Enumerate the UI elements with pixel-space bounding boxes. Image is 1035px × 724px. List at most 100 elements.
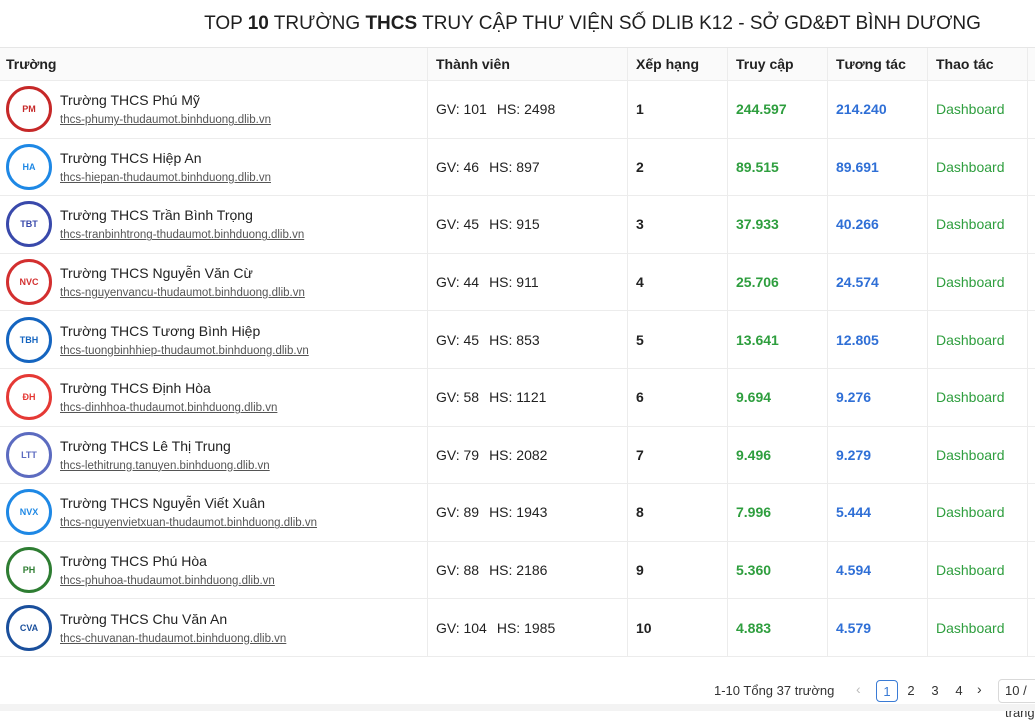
school-cell: TBT Trường THCS Trần Bình Trọng thcs-tra… bbox=[0, 196, 428, 253]
header-interact[interactable]: Tương tác bbox=[828, 48, 928, 80]
header-rank[interactable]: Xếp hạng bbox=[628, 48, 728, 80]
dashboard-link[interactable]: Dashboard bbox=[936, 620, 1005, 636]
header-members[interactable]: Thành viên bbox=[428, 48, 628, 80]
dashboard-link[interactable]: Dashboard bbox=[936, 101, 1005, 117]
members-cell: GV: 101 HS: 2498 bbox=[428, 81, 628, 138]
student-count: HS: 1985 bbox=[496, 619, 556, 636]
school-logo-inner: PM bbox=[13, 93, 45, 126]
dashboard-link[interactable]: Dashboard bbox=[936, 332, 1005, 348]
school-logo-icon: HA bbox=[6, 143, 52, 190]
school-logo-inner: ĐH bbox=[13, 381, 45, 414]
school-name: Trường THCS Định Hòa bbox=[60, 380, 211, 397]
school-name: Trường THCS Nguyễn Văn Cừ bbox=[60, 265, 253, 282]
school-logo-inner: LTT bbox=[13, 438, 45, 471]
school-link[interactable]: thcs-phumy-thudaumot.binhduong.dlib.vn bbox=[60, 114, 271, 126]
school-logo-inner: NVX bbox=[13, 496, 45, 529]
header-access[interactable]: Truy cập bbox=[728, 48, 828, 80]
page-4-button[interactable]: 4 bbox=[948, 680, 970, 702]
dashboard-link[interactable]: Dashboard bbox=[936, 389, 1005, 405]
school-name: Trường THCS Chu Văn An bbox=[60, 610, 228, 627]
teacher-count: GV: 89 bbox=[436, 504, 480, 521]
school-cell: LTT Trường THCS Lê Thị Trung thcs-lethit… bbox=[0, 426, 428, 484]
rank-cell: 5 bbox=[628, 311, 728, 368]
prev-page-icon[interactable]: ‹ bbox=[856, 681, 861, 697]
teacher-count: GV: 45 bbox=[436, 216, 480, 233]
school-name: Trường THCS Nguyễn Viết Xuân bbox=[60, 495, 266, 512]
horizontal-scrollbar[interactable] bbox=[0, 704, 1035, 711]
school-logo-icon: CVA bbox=[6, 604, 52, 651]
school-link[interactable]: thcs-phuhoa-thudaumot.binhduong.dlib.vn bbox=[60, 575, 275, 587]
members-cell: GV: 46 HS: 897 bbox=[428, 138, 628, 196]
members-cell: GV: 88 HS: 2186 bbox=[428, 541, 628, 599]
header-action: Thao tác bbox=[928, 48, 1028, 80]
teacher-count: GV: 101 bbox=[436, 101, 487, 118]
teacher-count: GV: 45 bbox=[436, 331, 480, 348]
page-1-button[interactable]: 1 bbox=[876, 680, 898, 702]
dashboard-link[interactable]: Dashboard bbox=[936, 216, 1005, 232]
rank-cell: 3 bbox=[628, 196, 728, 253]
school-logo-icon: NVX bbox=[6, 489, 52, 536]
school-link[interactable]: thcs-tranbinhtrong-thudaumot.binhduong.d… bbox=[60, 229, 304, 241]
access-cell: 25.706 bbox=[728, 253, 828, 311]
school-cell: NVX Trường THCS Nguyễn Viết Xuân thcs-ng… bbox=[0, 484, 428, 541]
school-logo-icon: NVC bbox=[6, 259, 52, 306]
page-2-button[interactable]: 2 bbox=[900, 680, 922, 702]
action-cell: Dashboard bbox=[928, 138, 1028, 196]
action-cell: Dashboard bbox=[928, 311, 1028, 368]
action-cell: Dashboard bbox=[928, 196, 1028, 253]
school-link[interactable]: thcs-chuvanan-thudaumot.binhduong.dlib.v… bbox=[60, 633, 286, 645]
rank-cell: 1 bbox=[628, 81, 728, 138]
dashboard-link[interactable]: Dashboard bbox=[936, 504, 1005, 520]
members-cell: GV: 104 HS: 1985 bbox=[428, 599, 628, 656]
table-row: ĐH Trường THCS Định Hòa thcs-dinhhoa-thu… bbox=[0, 368, 1035, 427]
school-logo-icon: PM bbox=[6, 86, 52, 133]
student-count: HS: 853 bbox=[489, 331, 540, 348]
table-row: NVC Trường THCS Nguyễn Văn Cừ thcs-nguye… bbox=[0, 253, 1035, 312]
page-size-select[interactable]: 10 / trang bbox=[998, 679, 1035, 720]
interact-cell: 89.691 bbox=[828, 138, 928, 196]
school-logo-inner: NVC bbox=[13, 266, 45, 299]
rank-cell: 4 bbox=[628, 253, 728, 311]
access-cell: 9.496 bbox=[728, 426, 828, 484]
action-cell: Dashboard bbox=[928, 599, 1028, 656]
school-link[interactable]: thcs-nguyenvancu-thudaumot.binhduong.dli… bbox=[60, 287, 305, 299]
school-cell: PH Trường THCS Phú Hòa thcs-phuhoa-thuda… bbox=[0, 541, 428, 599]
dashboard-link[interactable]: Dashboard bbox=[936, 274, 1005, 290]
access-cell: 13.641 bbox=[728, 311, 828, 368]
interact-cell: 214.240 bbox=[828, 81, 928, 138]
student-count: HS: 2498 bbox=[496, 101, 556, 118]
school-name: Trường THCS Phú Mỹ bbox=[60, 92, 200, 109]
school-logo-icon: ĐH bbox=[6, 374, 52, 421]
rank-cell: 10 bbox=[628, 599, 728, 656]
school-cell: PM Trường THCS Phú Mỹ thcs-phumy-thudaum… bbox=[0, 81, 428, 138]
school-link[interactable]: thcs-dinhhoa-thudaumot.binhduong.dlib.vn bbox=[60, 402, 277, 414]
action-cell: Dashboard bbox=[928, 541, 1028, 599]
action-cell: Dashboard bbox=[928, 368, 1028, 426]
school-name: Trường THCS Hiệp An bbox=[60, 149, 202, 166]
school-link[interactable]: thcs-hiepan-thudaumot.binhduong.dlib.vn bbox=[60, 172, 271, 184]
page-title: TOP 10 TRƯỜNG THCS TRUY CẬP THƯ VIỆN SỐ … bbox=[204, 13, 981, 34]
school-logo-inner: CVA bbox=[13, 611, 45, 644]
school-link[interactable]: thcs-nguyenvietxuan-thudaumot.binhduong.… bbox=[60, 517, 317, 529]
table-row: PH Trường THCS Phú Hòa thcs-phuhoa-thuda… bbox=[0, 541, 1035, 600]
members-cell: GV: 45 HS: 853 bbox=[428, 311, 628, 368]
dashboard-link[interactable]: Dashboard bbox=[936, 562, 1005, 578]
rank-cell: 2 bbox=[628, 138, 728, 196]
school-name: Trường THCS Phú Hòa bbox=[60, 553, 207, 570]
student-count: HS: 1121 bbox=[489, 389, 547, 406]
members-cell: GV: 45 HS: 915 bbox=[428, 196, 628, 253]
page-3-button[interactable]: 3 bbox=[924, 680, 946, 702]
access-cell: 244.597 bbox=[728, 81, 828, 138]
table-row: NVX Trường THCS Nguyễn Viết Xuân thcs-ng… bbox=[0, 484, 1035, 542]
school-link[interactable]: thcs-tuongbinhhiep-thudaumot.binhduong.d… bbox=[60, 345, 309, 357]
dashboard-link[interactable]: Dashboard bbox=[936, 159, 1005, 175]
teacher-count: GV: 58 bbox=[436, 389, 480, 406]
header-school[interactable]: Trường bbox=[0, 48, 428, 80]
interact-cell: 24.574 bbox=[828, 253, 928, 311]
dashboard-link[interactable]: Dashboard bbox=[936, 447, 1005, 463]
school-link[interactable]: thcs-lethitrung.tanuyen.binhduong.dlib.v… bbox=[60, 460, 270, 472]
school-logo-inner: HA bbox=[13, 150, 45, 183]
table-row: PM Trường THCS Phú Mỹ thcs-phumy-thudaum… bbox=[0, 81, 1035, 139]
school-logo-inner: TBT bbox=[13, 208, 45, 241]
next-page-icon[interactable]: › bbox=[977, 681, 982, 697]
